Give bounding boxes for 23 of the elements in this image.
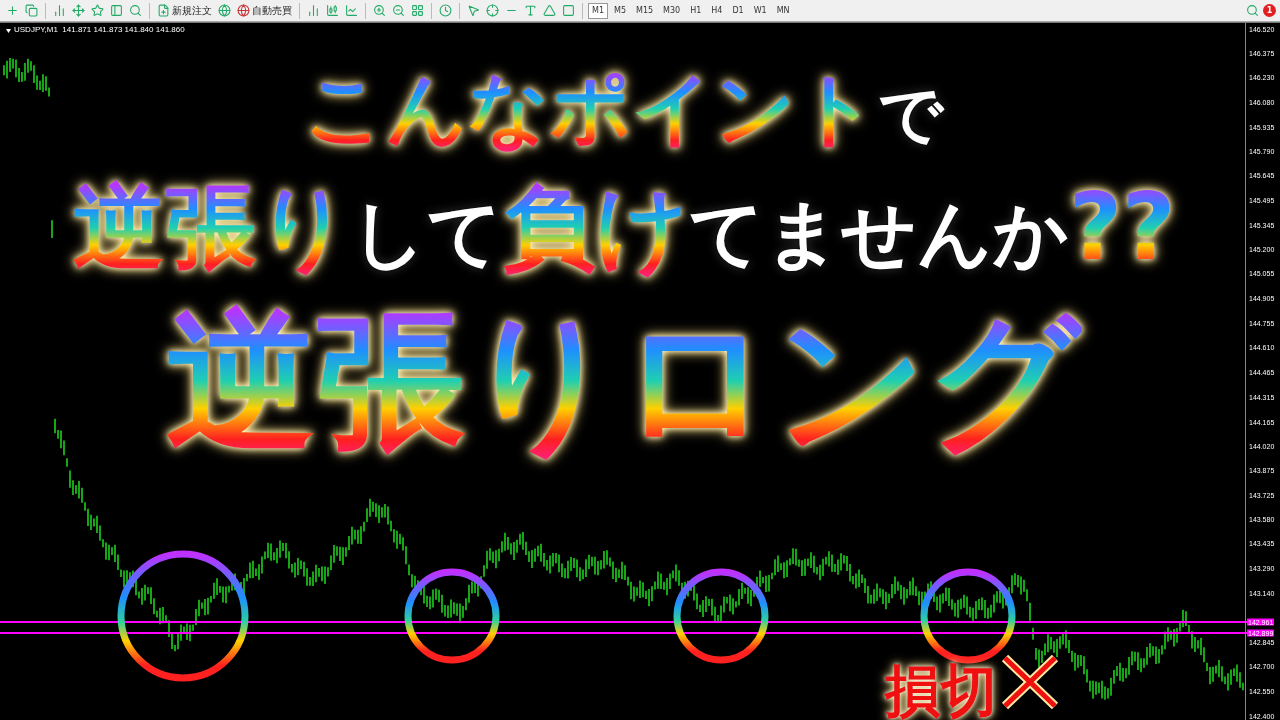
timeframe-tab[interactable]: M1 — [588, 2, 608, 19]
notification-badge[interactable]: 1 — [1263, 4, 1276, 17]
cross-icon — [1000, 653, 1060, 711]
new-order-button[interactable]: 新規注文 — [155, 1, 214, 20]
timeframe-tab[interactable]: D1 — [728, 2, 748, 19]
dropdown-triangle-icon — [6, 29, 11, 33]
timeframe-tab[interactable]: H1 — [686, 2, 706, 19]
document-plus-icon — [157, 4, 170, 17]
headline-text: で — [878, 78, 944, 152]
timeframe-tab[interactable]: W1 — [749, 2, 771, 19]
timeframe-tab[interactable]: M15 — [632, 2, 658, 19]
auto-trading-button[interactable]: 自動売買 — [235, 1, 294, 20]
globe-icon — [237, 4, 250, 17]
timeframe-tab[interactable]: M5 — [610, 2, 630, 19]
timeframe-tab[interactable]: H4 — [707, 2, 727, 19]
timeframe-tab[interactable]: MN — [772, 2, 794, 19]
chart-header: USDJPY,M1 141.871 141.873 141.840 141.860 — [14, 25, 185, 34]
stop-loss-text: 損切 — [885, 663, 997, 719]
globe-icon[interactable] — [216, 1, 233, 20]
headline-text: てませんか — [688, 192, 1069, 277]
headline-text: して — [350, 192, 503, 277]
timeframe-tab[interactable]: M30 — [659, 2, 685, 19]
crosshair-icon[interactable] — [484, 1, 501, 20]
